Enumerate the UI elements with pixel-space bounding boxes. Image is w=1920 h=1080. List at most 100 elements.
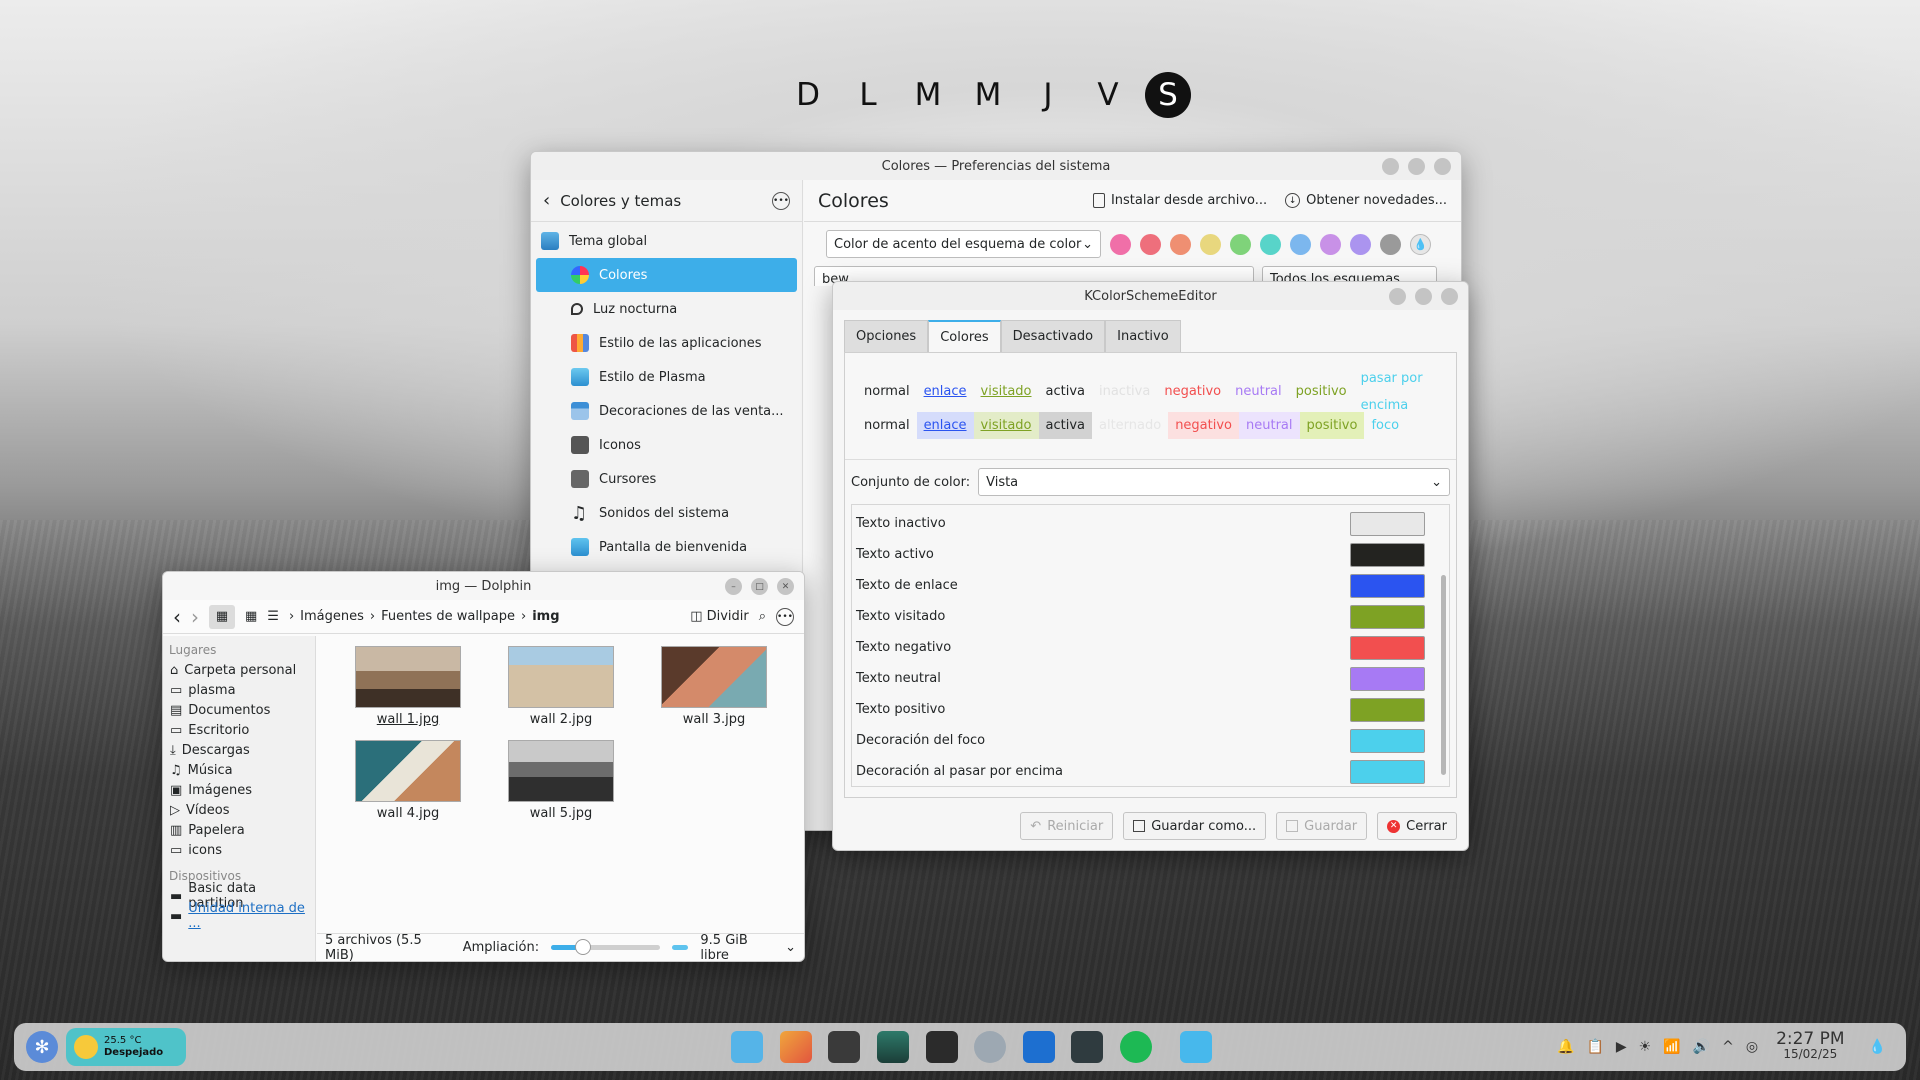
tab-colors[interactable]: Colores: [928, 320, 1001, 352]
file-item[interactable]: wall 1.jpg: [355, 646, 461, 727]
maximize-button[interactable]: [1415, 288, 1432, 305]
sidebar-item-splash-screen[interactable]: Pantalla de bienvenida: [531, 530, 802, 564]
sidebar-item-plasma-style[interactable]: Estilo de Plasma: [531, 360, 802, 394]
file-item[interactable]: wall 2.jpg: [508, 646, 614, 727]
accent-swatch[interactable]: [1260, 233, 1281, 255]
minimize-button[interactable]: [1389, 288, 1406, 305]
accent-swatch[interactable]: [1320, 233, 1341, 255]
vpn-icon[interactable]: ◎: [1746, 1039, 1758, 1055]
back-arrow-icon[interactable]: ‹: [543, 190, 550, 211]
place-music[interactable]: ♫ Música: [163, 760, 315, 780]
clipboard-icon[interactable]: 📋: [1586, 1039, 1603, 1055]
close-button[interactable]: [1441, 288, 1458, 305]
notifications-icon[interactable]: 🔔: [1557, 1039, 1574, 1055]
breadcrumb-img[interactable]: img: [532, 609, 559, 624]
color-swatch-button[interactable]: [1350, 666, 1425, 691]
kcse-titlebar[interactable]: KColorSchemeEditor: [833, 282, 1468, 310]
zoom-slider[interactable]: [551, 939, 661, 955]
accent-swatch[interactable]: [1380, 233, 1401, 255]
color-swatch-button[interactable]: [1350, 573, 1425, 598]
place-icons[interactable]: ▭ icons: [163, 840, 315, 860]
close-button[interactable]: ✕: [777, 578, 794, 595]
place-desktop[interactable]: ▭ Escritorio: [163, 720, 315, 740]
close-dialog-button[interactable]: ✕ Cerrar: [1377, 812, 1457, 840]
color-list-scrollbar[interactable]: [1441, 575, 1446, 775]
more-options-icon[interactable]: •••: [772, 191, 790, 210]
file-item[interactable]: wall 5.jpg: [508, 740, 614, 821]
settings-icon[interactable]: [974, 1031, 1006, 1063]
place-pictures[interactable]: ▣ Imágenes: [163, 780, 315, 800]
place-videos[interactable]: ▷ Vídeos: [163, 800, 315, 820]
close-button[interactable]: [1434, 158, 1451, 175]
app-launcher-icon[interactable]: ✻: [26, 1031, 58, 1063]
file-item[interactable]: wall 4.jpg: [355, 740, 461, 821]
color-swatch-button[interactable]: [1350, 635, 1425, 660]
breadcrumb-images[interactable]: Imágenes: [300, 609, 364, 624]
accent-swatch[interactable]: [1200, 233, 1221, 255]
icons-view-icon[interactable]: ▦: [209, 604, 235, 629]
color-swatch-button[interactable]: [1350, 697, 1425, 722]
free-space[interactable]: 9.5 GiB libre: [700, 933, 773, 962]
place-documents[interactable]: ▤ Documentos: [163, 700, 315, 720]
browser-icon[interactable]: [780, 1031, 812, 1063]
breadcrumb-wallpaper-sources[interactable]: Fuentes de wallpape: [381, 609, 515, 624]
sidebar-item-global-theme[interactable]: Tema global: [531, 224, 802, 258]
place-plasma[interactable]: ▭ plasma: [163, 680, 315, 700]
tab-disabled[interactable]: Desactivado: [1000, 320, 1106, 352]
save-button[interactable]: Guardar: [1276, 812, 1368, 840]
accent-swatch[interactable]: [1350, 233, 1371, 255]
color-swatch-button[interactable]: [1350, 542, 1425, 567]
image-viewer-icon[interactable]: [877, 1031, 909, 1063]
accent-swatch[interactable]: [1290, 233, 1311, 255]
get-new-button[interactable]: ↓ Obtener novedades...: [1285, 193, 1447, 208]
file-manager-icon[interactable]: [731, 1031, 763, 1063]
volume-icon[interactable]: 🔊: [1693, 1039, 1710, 1055]
accent-swatch[interactable]: [1140, 233, 1161, 255]
accent-swatch[interactable]: [1170, 233, 1191, 255]
color-swatch-button[interactable]: [1350, 759, 1425, 784]
wifi-icon[interactable]: 📶: [1663, 1039, 1680, 1055]
dolphin-titlebar[interactable]: img — Dolphin – □ ✕: [163, 572, 804, 600]
reset-button[interactable]: ↶ Reiniciar: [1020, 812, 1114, 840]
file-item[interactable]: wall 3.jpg: [661, 646, 767, 727]
sidebar-item-system-sounds[interactable]: ♫ Sonidos del sistema: [531, 496, 802, 530]
split-button[interactable]: ◫ Dividir: [690, 609, 748, 624]
details-view-icon[interactable]: ☰: [267, 609, 279, 624]
spotify-icon[interactable]: [1120, 1031, 1152, 1063]
outlook-icon[interactable]: [1023, 1031, 1055, 1063]
compact-view-icon[interactable]: ▦: [245, 609, 257, 624]
discover-icon[interactable]: [1071, 1031, 1103, 1063]
color-swatch-button[interactable]: [1350, 728, 1425, 753]
chevron-down-icon[interactable]: ⌄: [785, 940, 796, 955]
weather-widget[interactable]: 25.5 °C Despejado: [66, 1028, 186, 1066]
sidebar-item-window-decorations[interactable]: Decoraciones de las venta...: [531, 394, 802, 428]
device-internal-drive[interactable]: ▬ Unidad interna de ...: [163, 901, 315, 931]
maximize-button[interactable]: [1408, 158, 1425, 175]
color-swatch-button[interactable]: [1350, 604, 1425, 629]
sysset-titlebar[interactable]: Colores — Preferencias del sistema: [531, 152, 1461, 180]
media-play-icon[interactable]: ▶: [1616, 1039, 1627, 1055]
maximize-button[interactable]: □: [751, 578, 768, 595]
place-home[interactable]: ⌂ Carpeta personal: [163, 660, 315, 680]
tab-inactive[interactable]: Inactivo: [1105, 320, 1181, 352]
color-picker-icon[interactable]: 💧: [1410, 233, 1431, 255]
place-downloads[interactable]: ⤓ Descargas: [163, 740, 315, 760]
search-icon[interactable]: ⌕: [759, 609, 766, 624]
forward-icon[interactable]: ›: [191, 605, 199, 629]
chat-icon[interactable]: [1180, 1031, 1212, 1063]
brightness-icon[interactable]: ☀: [1639, 1039, 1652, 1055]
droplet-icon[interactable]: 💧: [1869, 1039, 1886, 1055]
accent-combo[interactable]: Color de acento del esquema de color ⌄: [826, 230, 1101, 258]
sidebar-item-cursors[interactable]: Cursores: [531, 462, 802, 496]
app-store-icon[interactable]: [828, 1031, 860, 1063]
tab-options[interactable]: Opciones: [844, 320, 929, 352]
accent-swatch[interactable]: [1110, 233, 1131, 255]
color-swatch-button[interactable]: [1350, 511, 1425, 536]
place-trash[interactable]: ▥ Papelera: [163, 820, 315, 840]
sidebar-item-icons[interactable]: Iconos: [531, 428, 802, 462]
chevron-up-icon[interactable]: ^: [1722, 1039, 1734, 1055]
accent-swatch[interactable]: [1230, 233, 1251, 255]
sidebar-item-colors[interactable]: Colores: [536, 258, 797, 292]
save-as-button[interactable]: Guardar como...: [1123, 812, 1267, 840]
minimize-button[interactable]: –: [725, 578, 742, 595]
